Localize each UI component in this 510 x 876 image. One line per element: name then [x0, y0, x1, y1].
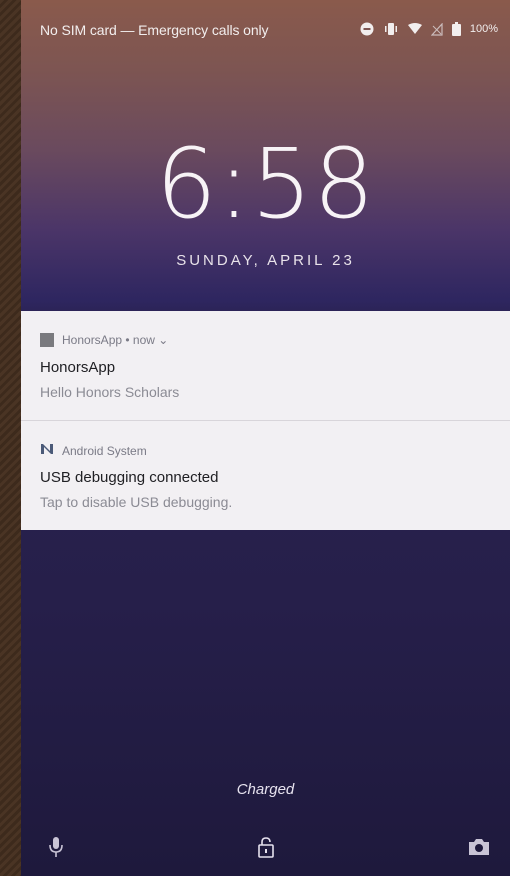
battery-percent: 100% [469, 23, 498, 35]
mic-icon[interactable] [43, 834, 69, 860]
notification-title: USB debugging connected [40, 469, 219, 486]
no-signal-icon [430, 22, 443, 36]
charging-status: Charged [236, 781, 295, 798]
notification-body: Hello Honors Scholars [40, 384, 180, 400]
notification-app-name: HonorsApp • now ⌄ [62, 333, 169, 347]
unlock-icon[interactable] [253, 834, 279, 860]
notification-list: HonorsApp • now ⌄ HonorsApp Hello Honors… [21, 311, 510, 530]
notification-honorsapp[interactable]: HonorsApp • now ⌄ HonorsApp Hello Honors… [21, 311, 510, 420]
android-n-icon [40, 443, 54, 458]
lockscreen-date: SUNDAY, APRIL 23 [176, 252, 355, 269]
notification-app-name: Android System [62, 443, 147, 458]
lockscreen-clock: 6:58 [155, 128, 376, 240]
notification-header: Android System [40, 443, 147, 458]
notification-header: HonorsApp • now ⌄ [40, 333, 168, 347]
status-icons: 100% [360, 22, 498, 36]
wifi-icon [407, 23, 422, 35]
carrier-status-text: No SIM card — Emergency calls only [40, 22, 269, 38]
lockscreen: No SIM card — Emergency calls only 100% … [21, 0, 510, 876]
app-square-icon [40, 333, 54, 347]
do-not-disturb-icon [360, 22, 374, 36]
camera-icon[interactable] [466, 834, 492, 860]
vibrate-icon [383, 22, 399, 36]
notification-body: Tap to disable USB debugging. [40, 494, 233, 510]
battery-icon [451, 22, 461, 36]
notification-title: HonorsApp [40, 359, 116, 376]
status-bar: No SIM card — Emergency calls only 100% [21, 18, 510, 44]
notification-usb-debugging[interactable]: Android System USB debugging connected T… [21, 420, 510, 530]
